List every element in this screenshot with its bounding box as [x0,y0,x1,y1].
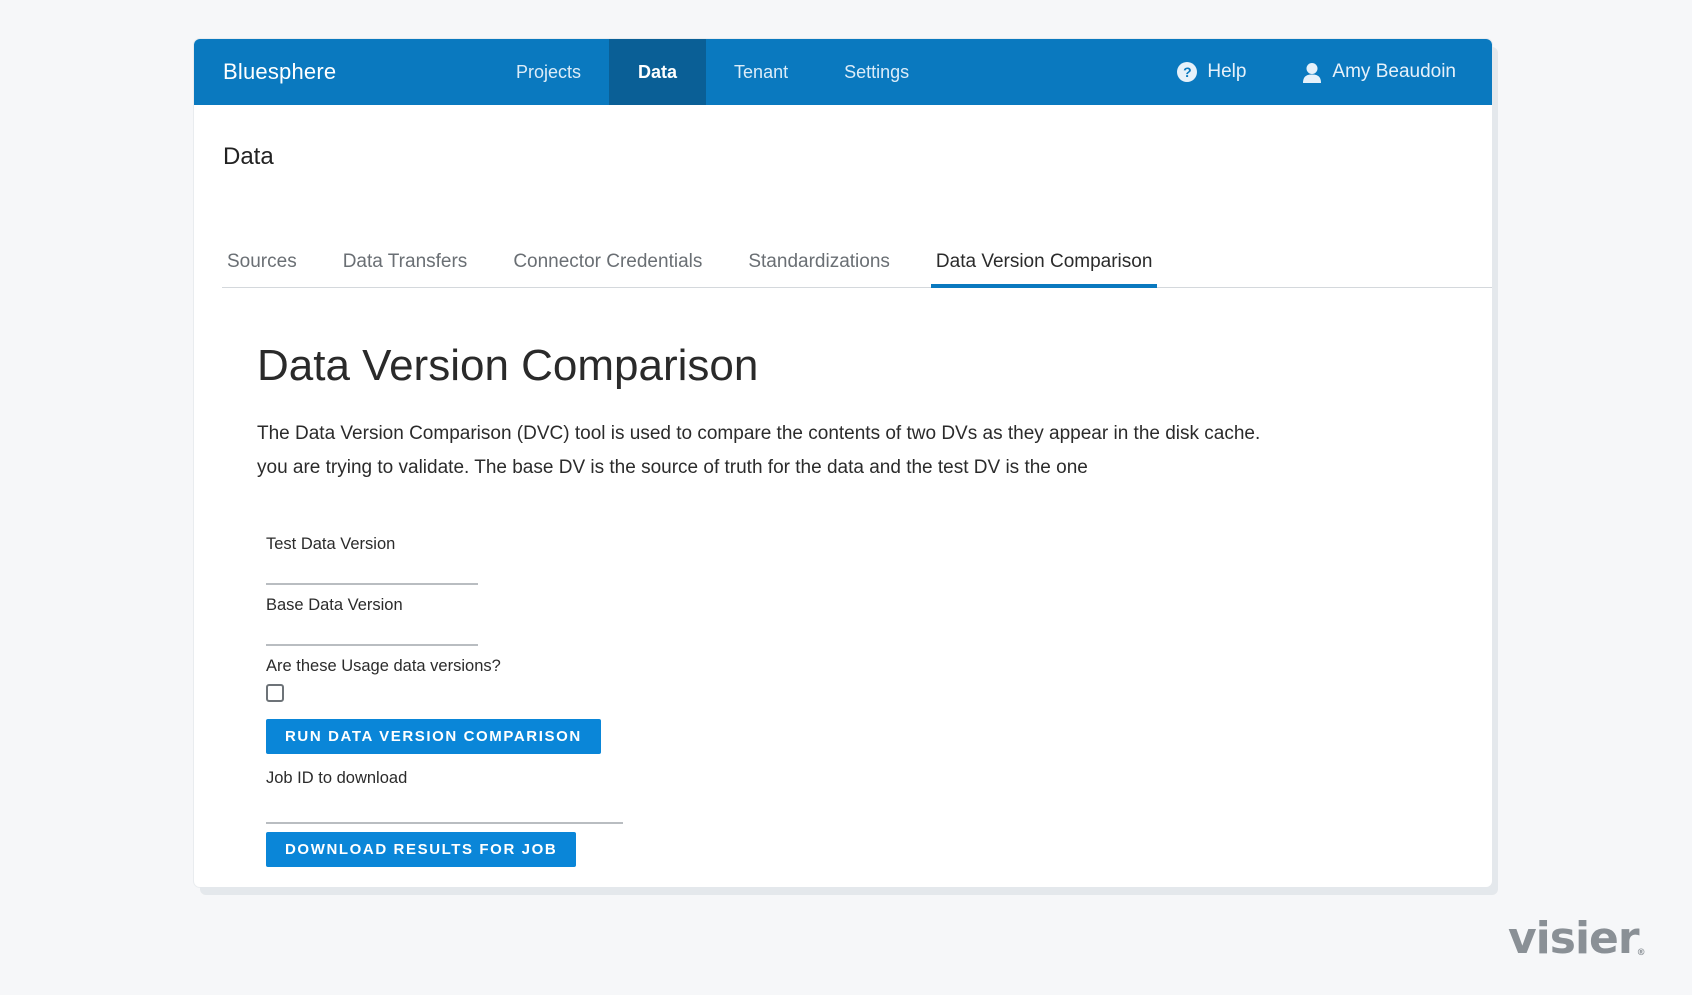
page-heading: Data Version Comparison [257,341,759,390]
tab-connector-credentials[interactable]: Connector Credentials [513,235,702,287]
page-description: The Data Version Comparison (DVC) tool i… [257,417,1437,485]
app-window: Bluesphere Projects Data Tenant Settings… [194,39,1492,887]
data-tabs: Sources Data Transfers Connector Credent… [222,235,1492,288]
help-label: Help [1207,61,1247,82]
test-data-version-input[interactable] [266,554,478,585]
job-id-input[interactable] [266,788,623,824]
tab-data-version-comparison[interactable]: Data Version Comparison [930,235,1158,288]
tab-data-transfers[interactable]: Data Transfers [343,235,468,287]
visier-logo: visier® [1508,913,1646,964]
usage-data-checkbox[interactable] [266,684,284,702]
nav-item-tenant[interactable]: Tenant [706,39,816,105]
user-name: Amy Beaudoin [1332,61,1456,82]
description-line-2: you are trying to validate. The base DV … [257,457,1088,478]
nav-item-projects[interactable]: Projects [488,39,609,105]
test-data-version-label: Test Data Version [266,535,396,553]
nav-item-settings[interactable]: Settings [816,39,937,105]
job-id-label: Job ID to download [266,769,408,787]
main-nav: Projects Data Tenant Settings [488,39,937,105]
dvc-form: Test Data Version Base Data Version Are … [266,535,623,867]
user-icon [1302,62,1322,83]
run-comparison-button[interactable]: RUN DATA VERSION COMPARISON [266,719,601,754]
base-data-version-label: Base Data Version [266,596,403,614]
base-data-version-input[interactable] [266,615,478,646]
main-content: Data Version Comparison The Data Version… [257,299,1437,485]
visier-logo-text: visier [1508,913,1640,964]
description-line-1: The Data Version Comparison (DVC) tool i… [257,423,1261,444]
section-title: Data [223,143,274,170]
tab-standardizations[interactable]: Standardizations [748,235,890,287]
tab-sources[interactable]: Sources [227,235,297,287]
nav-item-data[interactable]: Data [609,39,707,105]
usage-data-label: Are these Usage data versions? [266,657,501,675]
download-results-button[interactable]: DOWNLOAD RESULTS FOR JOB [266,832,577,867]
brand-name: Bluesphere [223,59,337,84]
top-nav-bar: Bluesphere Projects Data Tenant Settings… [194,39,1492,105]
help-link[interactable]: ? Help [1149,39,1274,105]
user-menu[interactable]: Amy Beaudoin [1274,39,1492,105]
help-circle-icon: ? [1177,62,1198,82]
